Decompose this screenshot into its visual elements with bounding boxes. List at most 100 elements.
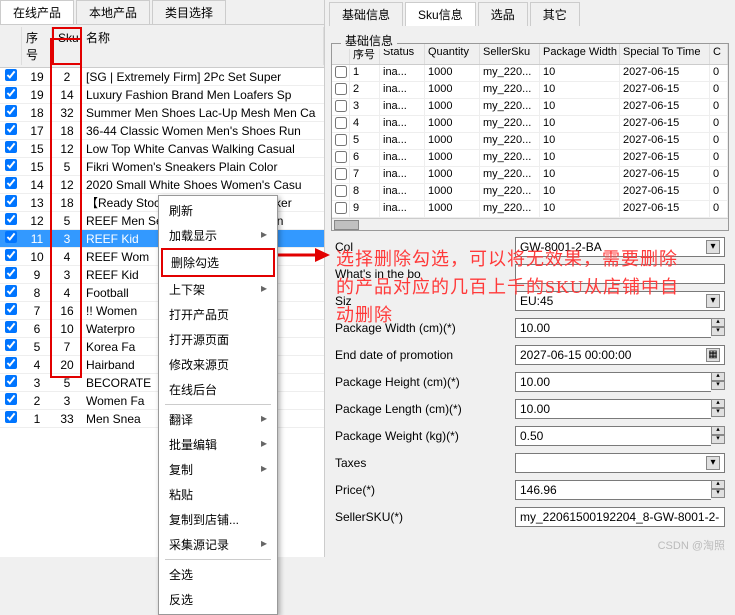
table-row[interactable]: 8 ina... 1000 my_220... 10 2027-06-15 0 <box>332 184 728 201</box>
row-checkbox[interactable] <box>5 231 17 243</box>
spinner[interactable]: ▴▾ <box>711 372 725 392</box>
input-pkg-weight[interactable] <box>515 426 711 446</box>
row-checkbox[interactable] <box>5 375 17 387</box>
table-row[interactable]: 5 ina... 1000 my_220... 10 2027-06-15 0 <box>332 133 728 150</box>
menu-item[interactable]: 复制▸ <box>161 457 275 482</box>
chevron-down-icon[interactable]: ▾ <box>706 294 720 308</box>
col-sku[interactable]: Sku <box>52 27 82 65</box>
row-checkbox[interactable] <box>335 83 347 95</box>
table-row[interactable]: 19 2 [SG | Extremely Firm] 2Pc Set Super <box>0 68 324 86</box>
row-checkbox[interactable] <box>335 117 347 129</box>
row-checkbox[interactable] <box>5 159 17 171</box>
tab-select[interactable]: 选品 <box>478 2 528 26</box>
table-row[interactable]: 9 ina... 1000 my_220... 10 2027-06-15 0 <box>332 201 728 218</box>
right-table-scrollbar[interactable] <box>332 218 728 230</box>
tab-sku[interactable]: Sku信息 <box>405 2 476 26</box>
table-row[interactable]: 4 ina... 1000 my_220... 10 2027-06-15 0 <box>332 116 728 133</box>
tab-basic[interactable]: 基础信息 <box>329 2 403 26</box>
menu-item[interactable]: 删除勾选 <box>161 248 275 277</box>
spinner[interactable]: ▴▾ <box>711 480 725 500</box>
table-row[interactable]: 18 32 Summer Men Shoes Lac-Up Mesh Men C… <box>0 104 324 122</box>
row-checkbox[interactable] <box>5 87 17 99</box>
calendar-icon[interactable]: ▦ <box>706 348 720 362</box>
input-price[interactable] <box>515 480 711 500</box>
row-checkbox[interactable] <box>5 411 17 423</box>
cell-seq: 2 <box>22 394 52 408</box>
tab-online[interactable]: 在线产品 <box>0 0 74 24</box>
row-checkbox[interactable] <box>5 303 17 315</box>
menu-item[interactable]: 加载显示▸ <box>161 223 275 248</box>
row-checkbox[interactable] <box>5 141 17 153</box>
row-checkbox[interactable] <box>5 69 17 81</box>
row-checkbox[interactable] <box>5 339 17 351</box>
menu-item[interactable]: 采集源记录▸ <box>161 532 275 557</box>
select-taxes[interactable]: ▾ <box>515 453 725 473</box>
row-checkbox[interactable] <box>5 267 17 279</box>
menu-item[interactable]: 翻译▸ <box>161 407 275 432</box>
menu-item[interactable]: 刷新 <box>161 198 275 223</box>
menu-item[interactable]: 在线后台 <box>161 377 275 402</box>
col-seq[interactable]: 序号 <box>22 27 52 65</box>
menu-item[interactable]: 上下架▸ <box>161 277 275 302</box>
menu-item[interactable]: 反选 <box>161 587 275 612</box>
menu-item[interactable]: 修改来源页 <box>161 352 275 377</box>
row-checkbox[interactable] <box>335 100 347 112</box>
cell-sku: 4 <box>52 286 82 300</box>
spinner[interactable]: ▴▾ <box>711 318 725 338</box>
col-name[interactable]: 名称 <box>82 27 324 65</box>
table-row[interactable]: 2 ina... 1000 my_220... 10 2027-06-15 0 <box>332 82 728 99</box>
row-checkbox[interactable] <box>5 285 17 297</box>
select-col[interactable]: GW-8001-2-BA▾ <box>515 237 725 257</box>
row-checkbox[interactable] <box>335 202 347 214</box>
cell-sku: 18 <box>52 196 82 210</box>
spinner[interactable]: ▴▾ <box>711 399 725 419</box>
row-checkbox[interactable] <box>5 357 17 369</box>
table-row[interactable]: 7 ina... 1000 my_220... 10 2027-06-15 0 <box>332 167 728 184</box>
row-checkbox[interactable] <box>5 321 17 333</box>
table-row[interactable]: 19 14 Luxury Fashion Brand Men Loafers S… <box>0 86 324 104</box>
row-checkbox[interactable] <box>335 151 347 163</box>
tab-other[interactable]: 其它 <box>530 2 580 26</box>
menu-item[interactable]: 打开产品页 <box>161 302 275 327</box>
menu-item[interactable]: 复制到店铺... <box>161 507 275 532</box>
chevron-down-icon[interactable]: ▾ <box>706 240 720 254</box>
row-checkbox[interactable] <box>5 393 17 405</box>
table-row[interactable]: 6 ina... 1000 my_220... 10 2027-06-15 0 <box>332 150 728 167</box>
row-checkbox[interactable] <box>335 134 347 146</box>
row-checkbox[interactable] <box>5 123 17 135</box>
input-seller-sku[interactable] <box>515 507 725 527</box>
row-checkbox[interactable] <box>5 213 17 225</box>
row-checkbox[interactable] <box>5 177 17 189</box>
input-pkg-height[interactable] <box>515 372 711 392</box>
menu-item[interactable]: 粘贴 <box>161 482 275 507</box>
table-row[interactable]: 3 ina... 1000 my_220... 10 2027-06-15 0 <box>332 99 728 116</box>
chevron-down-icon[interactable]: ▾ <box>706 456 720 470</box>
spinner[interactable]: ▴▾ <box>711 426 725 446</box>
tab-category[interactable]: 类目选择 <box>152 0 226 24</box>
table-row[interactable]: 15 5 Fikri Women's Sneakers Plain Color <box>0 158 324 176</box>
table-row[interactable]: 1 ina... 1000 my_220... 10 2027-06-15 0 <box>332 65 728 82</box>
tab-local[interactable]: 本地产品 <box>76 0 150 24</box>
menu-item[interactable]: 打开源页面 <box>161 327 275 352</box>
input-pkg-length[interactable] <box>515 399 711 419</box>
chevron-right-icon: ▸ <box>261 227 267 244</box>
menu-item[interactable]: 全选 <box>161 562 275 587</box>
table-row[interactable]: 14 12 2020 Small White Shoes Women's Cas… <box>0 176 324 194</box>
table-row[interactable]: 17 18 36-44 Classic Women Men's Shoes Ru… <box>0 122 324 140</box>
cell-sku: 4 <box>52 250 82 264</box>
row-checkbox[interactable] <box>335 185 347 197</box>
cell-seq: 15 <box>22 142 52 156</box>
select-size[interactable]: EU:45▾ <box>515 291 725 311</box>
menu-item[interactable]: 批量编辑▸ <box>161 432 275 457</box>
input-what[interactable] <box>515 264 725 284</box>
row-checkbox[interactable] <box>5 249 17 261</box>
row-checkbox[interactable] <box>5 105 17 117</box>
row-checkbox[interactable] <box>5 195 17 207</box>
row-checkbox[interactable] <box>335 168 347 180</box>
label-seller-sku: SellerSKU(*) <box>335 510 515 524</box>
left-table-header: 序号 Sku 名称 <box>0 25 324 68</box>
row-checkbox[interactable] <box>335 66 347 78</box>
table-row[interactable]: 15 12 Low Top White Canvas Walking Casua… <box>0 140 324 158</box>
input-pkg-width[interactable] <box>515 318 711 338</box>
input-end-date[interactable]: 2027-06-15 00:00:00▦ <box>515 345 725 365</box>
